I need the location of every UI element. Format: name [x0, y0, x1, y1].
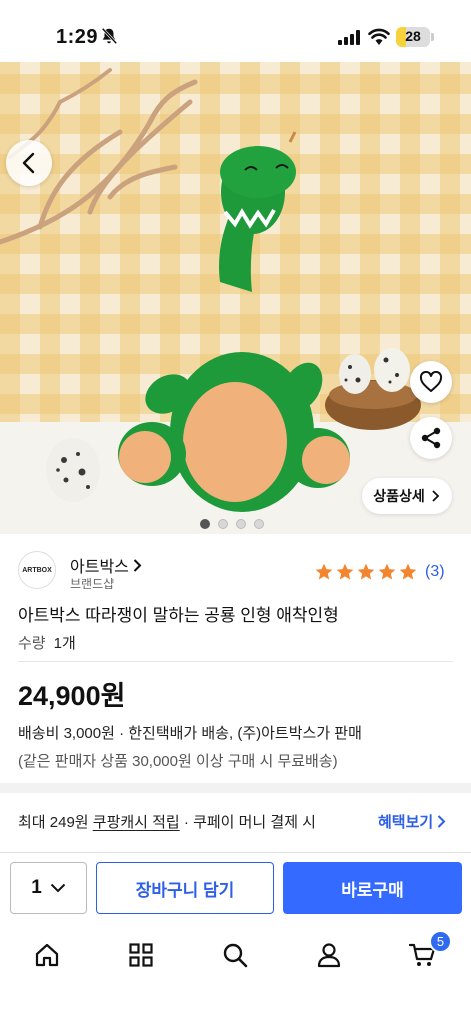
status-time: 1:29 [56, 26, 99, 48]
tab-my-account[interactable] [309, 935, 349, 975]
heart-icon [419, 371, 443, 392]
tab-home[interactable] [27, 935, 67, 975]
section-divider [0, 783, 471, 793]
quantity-select[interactable]: 1 [10, 862, 87, 914]
chevron-right-icon [432, 490, 440, 502]
chevron-left-icon [22, 152, 35, 174]
product-title: 아트박스 따라쟁이 말하는 공룡 인형 애착인형 [18, 606, 339, 625]
tab-search[interactable] [215, 935, 255, 975]
category-icon [129, 943, 153, 967]
star-icon [336, 563, 354, 580]
pagination-dot[interactable] [236, 519, 246, 529]
search-icon [223, 943, 248, 968]
rating-count[interactable]: (3) [425, 563, 445, 581]
quantity-info: 수량 1개 [18, 632, 76, 653]
star-icon [315, 563, 333, 580]
seller-type: 브랜드샵 [70, 577, 115, 591]
benefit-prefix: 최대 249원 [18, 814, 93, 831]
dinosaur-plush-illustration [0, 68, 421, 512]
battery-tip [431, 33, 434, 41]
star-icon [357, 563, 375, 580]
product-detail-button[interactable]: 상품상세 [362, 478, 452, 514]
benefit-link[interactable]: 혜택보기 [378, 811, 446, 832]
shipping-info: 배송비 3,000원 · 한진택배가 배송, (주)아트박스가 판매 [18, 725, 362, 742]
seller-link[interactable]: 아트박스 [70, 553, 142, 577]
seller-logo[interactable]: ARTBOX [18, 551, 56, 589]
divider [0, 852, 471, 853]
buy-now-button[interactable]: 바로구매 [283, 862, 462, 914]
star-icon [378, 563, 396, 580]
quantity-select-value: 1 [31, 877, 42, 898]
user-icon [317, 943, 341, 968]
bell-muted-icon [101, 27, 118, 45]
benefit-link-label: 혜택보기 [378, 814, 434, 831]
chevron-down-icon [50, 883, 65, 893]
chevron-right-icon [437, 815, 446, 828]
add-to-cart-button[interactable]: 장바구니 담기 [96, 862, 274, 914]
share-button[interactable] [410, 417, 452, 459]
divider [18, 661, 453, 662]
pagination-dot[interactable] [218, 519, 228, 529]
star-icon [399, 563, 417, 580]
cart-badge: 5 [429, 930, 452, 953]
cellular-signal-icon [338, 30, 360, 45]
product-detail-label: 상품상세 [373, 488, 425, 504]
wishlist-button[interactable] [410, 361, 452, 403]
status-bar: 1:29 28 [0, 0, 471, 62]
product-price: 24,900원 [18, 681, 126, 711]
quantity-label: 수량 [18, 635, 46, 652]
product-image[interactable]: 상품상세 [0, 62, 471, 534]
chevron-right-icon [133, 558, 142, 572]
wifi-icon [368, 28, 390, 45]
home-icon [35, 943, 59, 967]
free-shipping-info: (같은 판매자 상품 30,000원 이상 구매 시 무료배송) [18, 753, 338, 770]
seller-logo-text: ARTBOX [22, 566, 52, 574]
pagination-dot[interactable] [200, 519, 210, 529]
image-pagination [200, 519, 264, 529]
battery-level: 28 [405, 28, 421, 44]
rating[interactable]: (3) [314, 562, 445, 582]
benefit-info: 최대 249원 쿠팡캐시 적립 · 쿠페이 머니 결제 시 [18, 811, 316, 832]
battery-icon: 28 [396, 27, 430, 47]
back-button[interactable] [6, 140, 52, 186]
benefit-highlight: 쿠팡캐시 적립 [92, 814, 180, 831]
rating-stars [314, 562, 418, 582]
pagination-dot[interactable] [254, 519, 264, 529]
benefit-suffix: · 쿠페이 머니 결제 시 [179, 814, 316, 831]
tab-category[interactable] [121, 935, 161, 975]
share-icon [421, 427, 441, 449]
quantity-value: 1개 [53, 635, 76, 652]
seller-name: 아트박스 [70, 559, 129, 576]
